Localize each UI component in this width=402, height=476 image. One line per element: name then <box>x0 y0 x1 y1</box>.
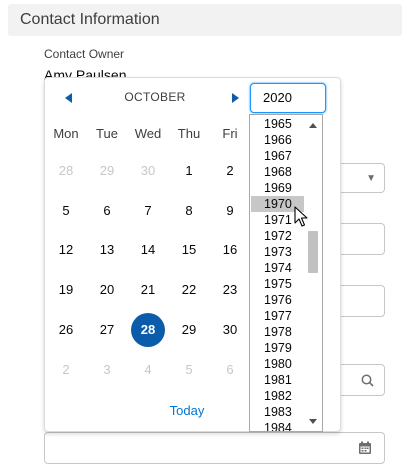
calendar-day[interactable]: 16 <box>213 233 247 267</box>
year-option[interactable]: 1966 <box>251 132 305 148</box>
calendar-day[interactable]: 13 <box>90 233 124 267</box>
year-option[interactable]: 1979 <box>251 340 305 356</box>
calendar-day[interactable]: 30 <box>131 154 165 188</box>
mouse-pointer-icon <box>294 206 308 227</box>
calendar-day[interactable]: 2 <box>213 154 247 188</box>
year-option[interactable]: 1975 <box>251 276 305 292</box>
year-option[interactable]: 1981 <box>251 372 305 388</box>
calendar-day[interactable]: 6 <box>213 353 247 387</box>
year-option[interactable]: 1967 <box>251 148 305 164</box>
date-input[interactable] <box>44 432 385 464</box>
year-option[interactable]: 1974 <box>251 260 305 276</box>
calendar-day[interactable]: 5 <box>49 194 83 228</box>
year-option[interactable]: 1984 <box>251 420 305 431</box>
year-option[interactable]: 1968 <box>251 164 305 180</box>
calendar-day[interactable]: 1 <box>172 154 206 188</box>
calendar-day[interactable]: 6 <box>90 194 124 228</box>
calendar-day[interactable]: 5 <box>172 353 206 387</box>
year-option[interactable]: 1980 <box>251 356 305 372</box>
previous-month-icon[interactable] <box>59 90 79 106</box>
calendar-day-selected[interactable]: 28 <box>131 313 165 347</box>
scroll-down-icon[interactable] <box>308 416 318 426</box>
year-option[interactable]: 1978 <box>251 324 305 340</box>
calendar-day[interactable]: 9 <box>213 194 247 228</box>
month-label: OCTOBER <box>124 90 186 104</box>
calendar-day[interactable]: 2 <box>49 353 83 387</box>
scroll-up-icon[interactable] <box>308 121 318 131</box>
scrollbar[interactable] <box>304 115 322 431</box>
today-link[interactable]: Today <box>155 403 219 418</box>
calendar-day[interactable]: 28 <box>49 154 83 188</box>
calendar-day[interactable]: 23 <box>213 273 247 307</box>
calendar-icon <box>359 441 371 454</box>
calendar-day[interactable]: 30 <box>213 313 247 347</box>
weekday-header: Thu <box>177 126 201 141</box>
year-select[interactable]: 2020 <box>250 83 326 113</box>
year-option[interactable]: 1973 <box>251 244 305 260</box>
calendar-day[interactable]: 3 <box>90 353 124 387</box>
calendar-day[interactable]: 12 <box>49 233 83 267</box>
calendar-day[interactable]: 14 <box>131 233 165 267</box>
dropdown-arrow-icon: ▼ <box>366 173 376 184</box>
calendar-day[interactable]: 22 <box>172 273 206 307</box>
calendar-day[interactable]: 26 <box>49 313 83 347</box>
year-option[interactable]: 1965 <box>251 116 305 132</box>
section-header: Contact Information <box>8 4 402 36</box>
year-option[interactable]: 1977 <box>251 308 305 324</box>
weekday-header: Wed <box>134 126 162 141</box>
year-option[interactable]: 1969 <box>251 180 305 196</box>
search-icon <box>361 374 374 387</box>
calendar-day[interactable]: 27 <box>90 313 124 347</box>
weekday-header: Tue <box>96 126 118 141</box>
scrollbar-thumb[interactable] <box>308 231 318 273</box>
calendar-day[interactable]: 15 <box>172 233 206 267</box>
calendar-day[interactable]: 21 <box>131 273 165 307</box>
weekday-header: Mon <box>53 126 79 141</box>
next-month-icon[interactable] <box>225 90 245 106</box>
calendar-day[interactable]: 4 <box>131 353 165 387</box>
year-option[interactable]: 1976 <box>251 292 305 308</box>
weekday-header: Fri <box>222 126 238 141</box>
year-option[interactable]: 1972 <box>251 228 305 244</box>
calendar-day[interactable]: 19 <box>49 273 83 307</box>
calendar-day[interactable]: 29 <box>172 313 206 347</box>
calendar-day[interactable]: 29 <box>90 154 124 188</box>
calendar-day[interactable]: 7 <box>131 194 165 228</box>
calendar-day[interactable]: 20 <box>90 273 124 307</box>
calendar-day[interactable]: 8 <box>172 194 206 228</box>
year-dropdown-list[interactable]: 1965 1966 1967 1968 1969 1970 1971 1972 1973 1974… <box>249 114 323 432</box>
contact-owner-label: Contact Owner <box>44 47 125 61</box>
section-title: Contact Information <box>20 11 160 28</box>
year-option[interactable]: 1982 <box>251 388 305 404</box>
year-option[interactable]: 1983 <box>251 404 305 420</box>
